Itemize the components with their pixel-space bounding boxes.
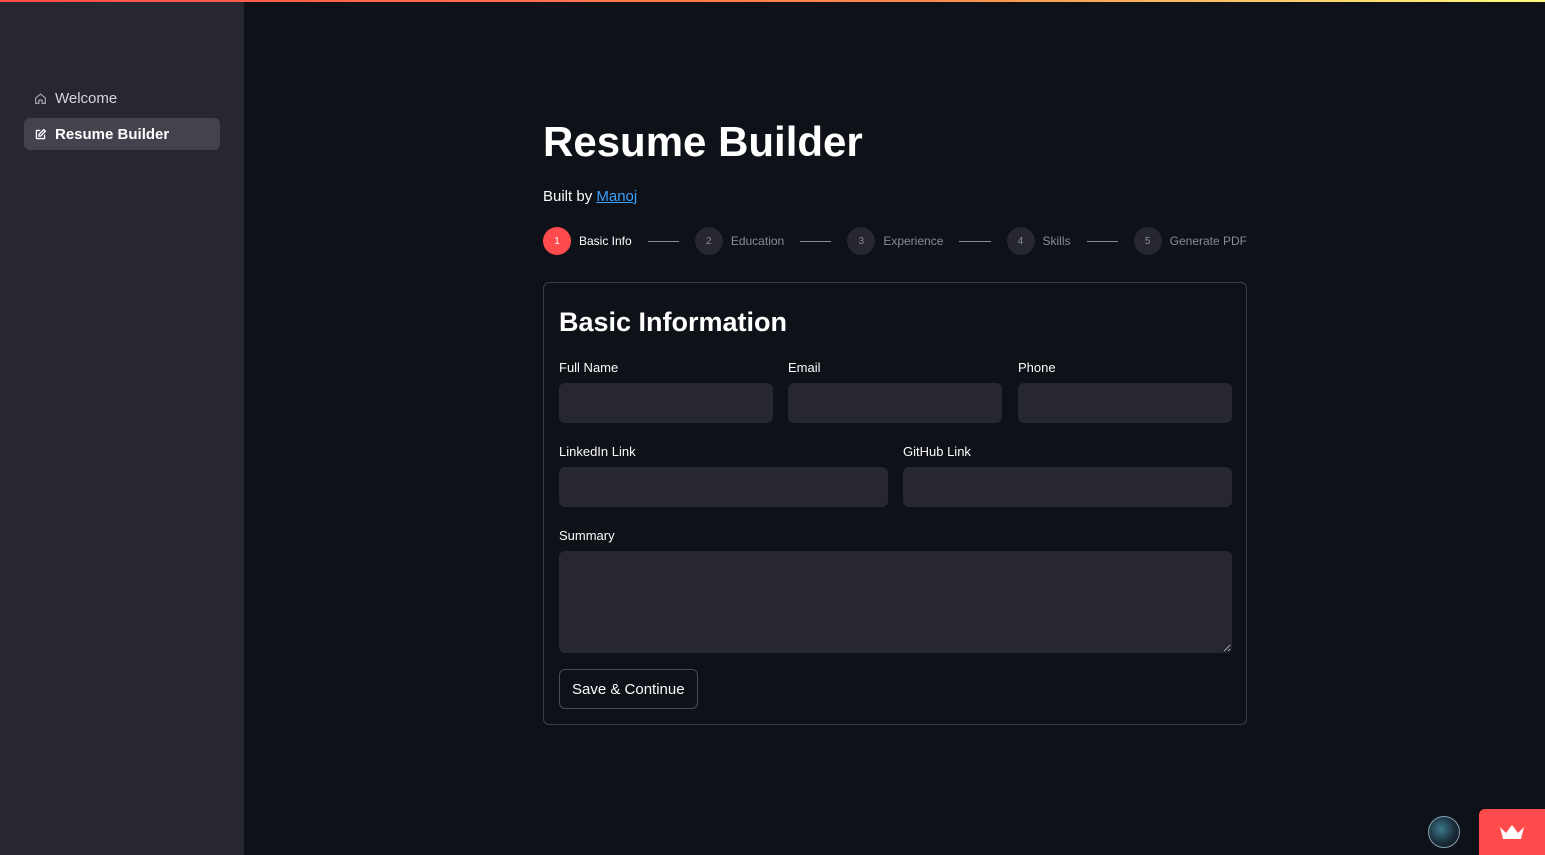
author-link[interactable]: Manoj — [596, 188, 637, 205]
crown-icon — [1499, 823, 1525, 841]
summary-textarea[interactable] — [559, 551, 1232, 653]
step-label: Education — [730, 234, 785, 248]
step-number: 4 — [1006, 227, 1035, 255]
top-decoration-bar — [0, 0, 1545, 2]
step-number: 5 — [1133, 227, 1162, 255]
step-basic-info[interactable]: 1 Basic Info — [543, 227, 632, 255]
full-name-input[interactable] — [559, 383, 773, 423]
step-connector — [647, 240, 679, 242]
step-connector — [1086, 240, 1118, 242]
step-label: Experience — [883, 234, 944, 248]
sidebar-item-label: Resume Builder — [55, 125, 170, 143]
user-avatar-icon[interactable] — [1428, 816, 1460, 848]
full-name-label: Full Name — [559, 360, 619, 375]
streamlit-badge[interactable] — [1479, 809, 1545, 855]
summary-label: Summary — [559, 528, 615, 543]
step-number: 2 — [694, 227, 723, 255]
step-generate-pdf[interactable]: 5 Generate PDF — [1133, 227, 1248, 255]
form-title: Basic Information — [559, 307, 788, 337]
sidebar-nav: Welcome Resume Builder — [24, 82, 220, 154]
built-by-text: Built by — [543, 188, 593, 205]
linkedin-input[interactable] — [559, 467, 888, 507]
phone-label: Phone — [1018, 360, 1056, 375]
step-connector — [959, 240, 991, 242]
basic-info-form: Basic Information Full Name Email Phone … — [543, 282, 1247, 725]
sidebar-item-welcome[interactable]: Welcome — [24, 82, 220, 114]
step-number: 1 — [543, 227, 571, 255]
github-label: GitHub Link — [903, 444, 971, 459]
step-number: 3 — [847, 227, 876, 255]
page-title: Resume Builder — [543, 118, 863, 165]
step-label: Skills — [1042, 234, 1071, 248]
sidebar-item-resume-builder[interactable]: Resume Builder — [24, 118, 220, 150]
github-input[interactable] — [903, 467, 1232, 507]
email-input[interactable] — [788, 383, 1002, 423]
page-subtitle: Built by Manoj — [543, 188, 637, 205]
step-label: Generate PDF — [1169, 234, 1248, 248]
email-label: Email — [788, 360, 821, 375]
sidebar-item-label: Welcome — [55, 89, 118, 107]
progress-stepper: 1 Basic Info 2 Education 3 Experience 4 … — [543, 226, 1247, 256]
step-connector — [800, 240, 832, 242]
linkedin-label: LinkedIn Link — [559, 444, 636, 459]
edit-icon — [34, 128, 47, 141]
step-experience[interactable]: 3 Experience — [847, 227, 943, 255]
step-skills[interactable]: 4 Skills — [1006, 227, 1071, 255]
sidebar: Welcome Resume Builder — [0, 0, 244, 855]
phone-input[interactable] — [1018, 383, 1232, 423]
step-label: Basic Info — [579, 234, 632, 248]
save-continue-button[interactable]: Save & Continue — [559, 669, 698, 709]
step-education[interactable]: 2 Education — [694, 227, 785, 255]
home-icon — [34, 92, 47, 105]
